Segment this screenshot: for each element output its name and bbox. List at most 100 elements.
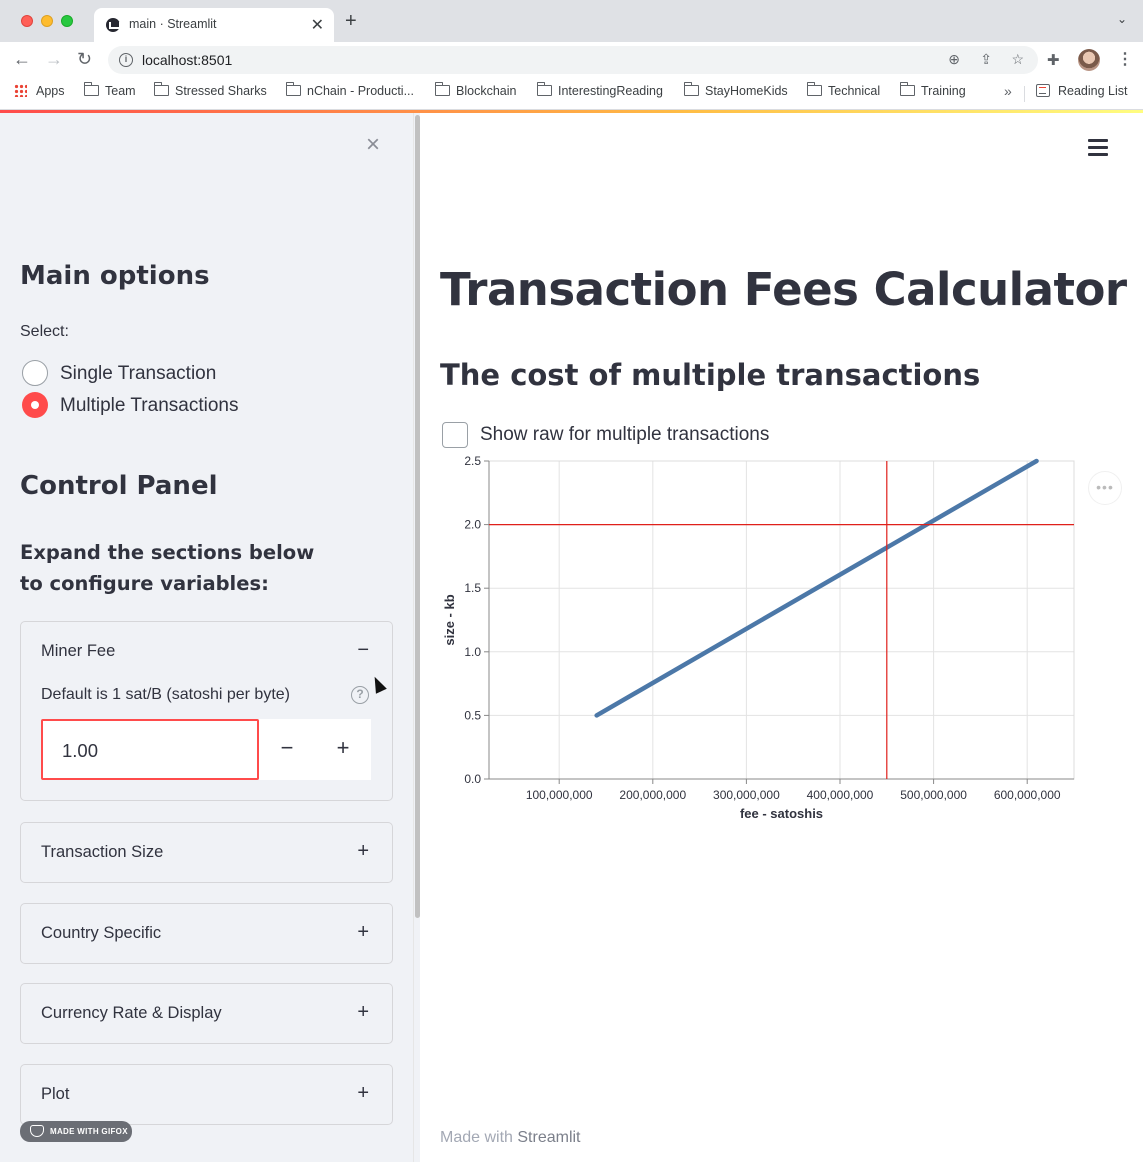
zoom-icon[interactable]: ⊕ <box>948 51 960 68</box>
expander-title[interactable]: Transaction Size <box>41 843 163 862</box>
x-tick-label: 200,000,000 <box>619 788 686 802</box>
back-arrow-icon[interactable]: ← <box>13 48 31 70</box>
page-title: Transaction Fees Calculator <box>440 263 1127 316</box>
show-raw-checkbox-label[interactable]: Show raw for multiple transactions <box>480 424 769 446</box>
browser-tab[interactable]: main · Streamlit ✕ <box>94 8 334 42</box>
bookmark-folder[interactable]: Technical <box>806 82 880 98</box>
x-axis-title: fee - satoshis <box>740 806 823 821</box>
decrement-button[interactable]: − <box>259 719 315 780</box>
expander-title[interactable]: Miner Fee <box>41 642 115 661</box>
y-tick-label: 2.0 <box>464 518 481 532</box>
bookmark-folder[interactable]: Training <box>899 82 966 98</box>
folder-icon <box>536 82 552 96</box>
expander-title[interactable]: Currency Rate & Display <box>41 1004 222 1023</box>
browser-tab-bar: main · Streamlit ✕ + ⌄ <box>0 0 1143 42</box>
extensions-puzzle-icon[interactable]: ✚ <box>1047 51 1060 69</box>
forward-arrow-icon[interactable]: → <box>45 48 63 70</box>
increment-button[interactable]: + <box>315 719 371 780</box>
minimize-window-button[interactable] <box>41 15 53 27</box>
tab-title: main · Streamlit <box>129 17 217 31</box>
y-axis-title: size - kb <box>442 594 457 645</box>
footer: Made with Streamlit <box>440 1129 581 1147</box>
folder-icon <box>806 82 822 96</box>
expand-icon[interactable]: + <box>357 922 369 942</box>
reading-list-icon <box>1036 84 1050 97</box>
bookmark-folder[interactable]: Stressed Sharks <box>153 82 267 98</box>
sidebar: × Main options Select: Single Transactio… <box>0 113 413 1162</box>
apps-grid-icon <box>14 84 27 97</box>
close-window-button[interactable] <box>21 15 33 27</box>
help-question-icon[interactable]: ? <box>351 686 369 704</box>
bookmark-folder[interactable]: Blockchain <box>434 82 516 98</box>
bookmarks-overflow-icon[interactable]: » <box>1004 83 1012 99</box>
folder-icon <box>83 82 99 96</box>
footer-prefix: Made with <box>440 1129 513 1146</box>
y-tick-label: 1.5 <box>464 581 481 595</box>
share-icon[interactable]: ⇪ <box>980 51 992 68</box>
reload-icon[interactable]: ↻ <box>77 48 92 70</box>
radio-label-single-transaction[interactable]: Single Transaction <box>60 363 216 385</box>
expander-transaction-size[interactable]: Transaction Size + <box>20 822 393 883</box>
expander-title[interactable]: Plot <box>41 1085 69 1104</box>
bookmark-star-icon[interactable]: ☆ <box>1011 51 1024 68</box>
radio-label-multiple-transactions[interactable]: Multiple Transactions <box>60 395 238 417</box>
y-tick-label: 0.5 <box>464 708 481 722</box>
section-subheader: The cost of multiple transactions <box>440 358 981 392</box>
folder-icon <box>153 82 169 96</box>
control-panel-heading: Control Panel <box>20 471 218 501</box>
bookmark-folder[interactable]: Team <box>83 82 136 98</box>
folder-icon <box>434 82 450 96</box>
profile-avatar[interactable] <box>1078 49 1100 71</box>
y-tick-label: 2.5 <box>464 454 481 468</box>
expand-icon[interactable]: + <box>357 1083 369 1103</box>
gifox-fox-icon <box>30 1125 44 1137</box>
folder-icon <box>899 82 915 96</box>
expander-currency-rate-display[interactable]: Currency Rate & Display + <box>20 983 393 1044</box>
tab-close-icon[interactable]: ✕ <box>311 15 324 35</box>
reading-list-button[interactable]: Reading List <box>1036 84 1128 98</box>
sidebar-scrollbar[interactable] <box>413 113 420 1162</box>
bookmark-folder[interactable]: InterestingReading <box>536 82 663 98</box>
expand-icon[interactable]: + <box>357 841 369 861</box>
show-raw-checkbox[interactable] <box>442 422 468 448</box>
gifox-badge-text: MADE WITH GIFOX <box>50 1127 128 1136</box>
sidebar-close-icon[interactable]: × <box>366 133 380 157</box>
folder-icon <box>683 82 699 96</box>
tab-search-chevron-icon[interactable]: ⌄ <box>1117 12 1127 26</box>
expand-instructions: Expand the sections below to configure v… <box>20 541 315 595</box>
bookmark-folder[interactable]: StayHomeKids <box>683 82 788 98</box>
bookmark-apps[interactable]: Apps <box>14 84 65 98</box>
radio-single-transaction[interactable] <box>22 360 48 386</box>
collapse-icon[interactable]: − <box>357 640 369 660</box>
maximize-window-button[interactable] <box>61 15 73 27</box>
url-text[interactable]: localhost:8501 <box>142 52 232 68</box>
address-bar[interactable]: i localhost:8501 ⊕ ⇪ ☆ <box>108 46 1038 74</box>
folder-icon <box>285 82 301 96</box>
browser-toolbar: ← → ↻ i localhost:8501 ⊕ ⇪ ☆ ✚ ⋮ <box>0 42 1143 78</box>
new-tab-button[interactable]: + <box>345 11 357 31</box>
x-tick-label: 300,000,000 <box>713 788 780 802</box>
x-tick-label: 400,000,000 <box>807 788 874 802</box>
x-tick-label: 500,000,000 <box>900 788 967 802</box>
bookmark-folder[interactable]: nChain - Producti... <box>285 82 414 98</box>
plot-frame <box>488 460 1075 780</box>
streamlit-link[interactable]: Streamlit <box>517 1129 580 1146</box>
x-tick-label: 100,000,000 <box>526 788 593 802</box>
fee-size-line-chart: 100,000,000 200,000,000 300,000,000 400,000… <box>442 454 1075 821</box>
site-info-icon[interactable]: i <box>119 53 133 67</box>
radio-multiple-transactions[interactable] <box>22 392 48 418</box>
bookmarks-divider <box>1024 86 1025 102</box>
bookmarks-bar: Apps Team Stressed Sharks nChain - Produ… <box>0 78 1143 110</box>
hamburger-menu-icon[interactable] <box>1088 139 1108 157</box>
select-label: Select: <box>20 323 69 340</box>
browser-menu-icon[interactable]: ⋮ <box>1117 49 1133 69</box>
expander-title[interactable]: Country Specific <box>41 924 161 943</box>
expander-country-specific[interactable]: Country Specific + <box>20 903 393 964</box>
main-content: Transaction Fees Calculator The cost of … <box>420 113 1143 1162</box>
expander-plot[interactable]: Plot + <box>20 1064 393 1125</box>
chart-actions-menu-icon[interactable]: ••• <box>1088 471 1122 505</box>
expand-icon[interactable]: + <box>357 1002 369 1022</box>
miner-fee-input[interactable]: 1.00 <box>41 719 259 780</box>
expander-miner-fee: Miner Fee − Default is 1 sat/B (satoshi … <box>20 621 393 801</box>
gifox-badge: MADE WITH GIFOX <box>20 1121 132 1142</box>
